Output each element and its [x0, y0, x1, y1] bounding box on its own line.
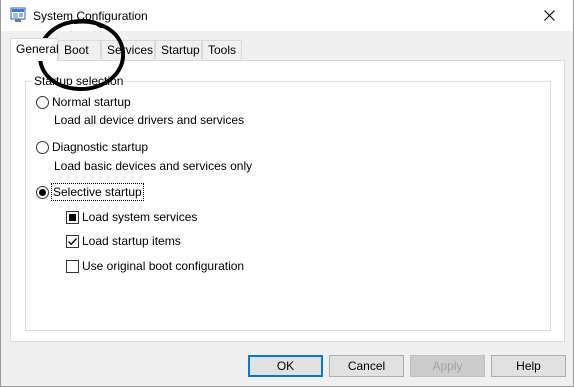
help-button[interactable]: Help	[491, 355, 566, 377]
diagnostic-startup-radio[interactable]: Diagnostic startup	[36, 139, 148, 155]
tab-general[interactable]: General	[10, 38, 59, 61]
ok-button[interactable]: OK	[248, 355, 323, 377]
use-original-boot-config-label[interactable]: Use original boot configuration	[82, 258, 244, 274]
close-icon	[544, 10, 555, 21]
title-bar: System Configuration	[1, 0, 573, 31]
tab-tools[interactable]: Tools	[202, 40, 242, 59]
normal-startup-label[interactable]: Normal startup	[52, 94, 131, 110]
close-button[interactable]	[527, 0, 573, 31]
tab-boot[interactable]: Boot	[58, 40, 101, 59]
normal-startup-description: Load all device drivers and services	[54, 113, 245, 127]
use-original-boot-config-checkbox[interactable]: Use original boot configuration	[66, 258, 244, 274]
diagnostic-startup-label[interactable]: Diagnostic startup	[52, 139, 148, 155]
checkmark-icon	[68, 237, 78, 245]
startup-selection-label: Startup selection	[33, 74, 125, 88]
general-tab-panel: Startup selection Normal startup Load al…	[10, 60, 565, 342]
load-system-services-check-indicator[interactable]	[66, 210, 79, 224]
selective-startup-label[interactable]: Selective startup	[51, 183, 144, 201]
tab-startup[interactable]: Startup	[155, 40, 202, 59]
load-startup-items-check-indicator[interactable]	[66, 234, 79, 248]
selective-startup-radio[interactable]: Selective startup	[36, 183, 144, 201]
normal-startup-radio[interactable]: Normal startup	[36, 94, 131, 110]
window-title: System Configuration	[33, 9, 148, 23]
selective-startup-radio-indicator[interactable]	[36, 185, 49, 199]
msconfig-app-icon	[10, 7, 26, 23]
load-system-services-label[interactable]: Load system services	[82, 209, 197, 225]
diagnostic-startup-description: Load basic devices and services only	[54, 159, 253, 173]
load-startup-items-checkbox[interactable]: Load startup items	[66, 233, 181, 249]
apply-button[interactable]: Apply	[410, 355, 485, 377]
system-configuration-window: System Configuration General Boot Servic…	[0, 0, 574, 387]
cancel-button[interactable]: Cancel	[329, 355, 404, 377]
normal-startup-radio-indicator[interactable]	[36, 95, 49, 109]
startup-selection-group: Startup selection Normal startup Load al…	[25, 74, 551, 331]
use-original-boot-config-check-indicator[interactable]	[66, 259, 79, 273]
diagnostic-startup-radio-indicator[interactable]	[36, 140, 49, 154]
load-system-services-checkbox[interactable]: Load system services	[66, 209, 197, 225]
tab-services[interactable]: Services	[101, 40, 155, 59]
load-startup-items-label[interactable]: Load startup items	[82, 233, 181, 249]
